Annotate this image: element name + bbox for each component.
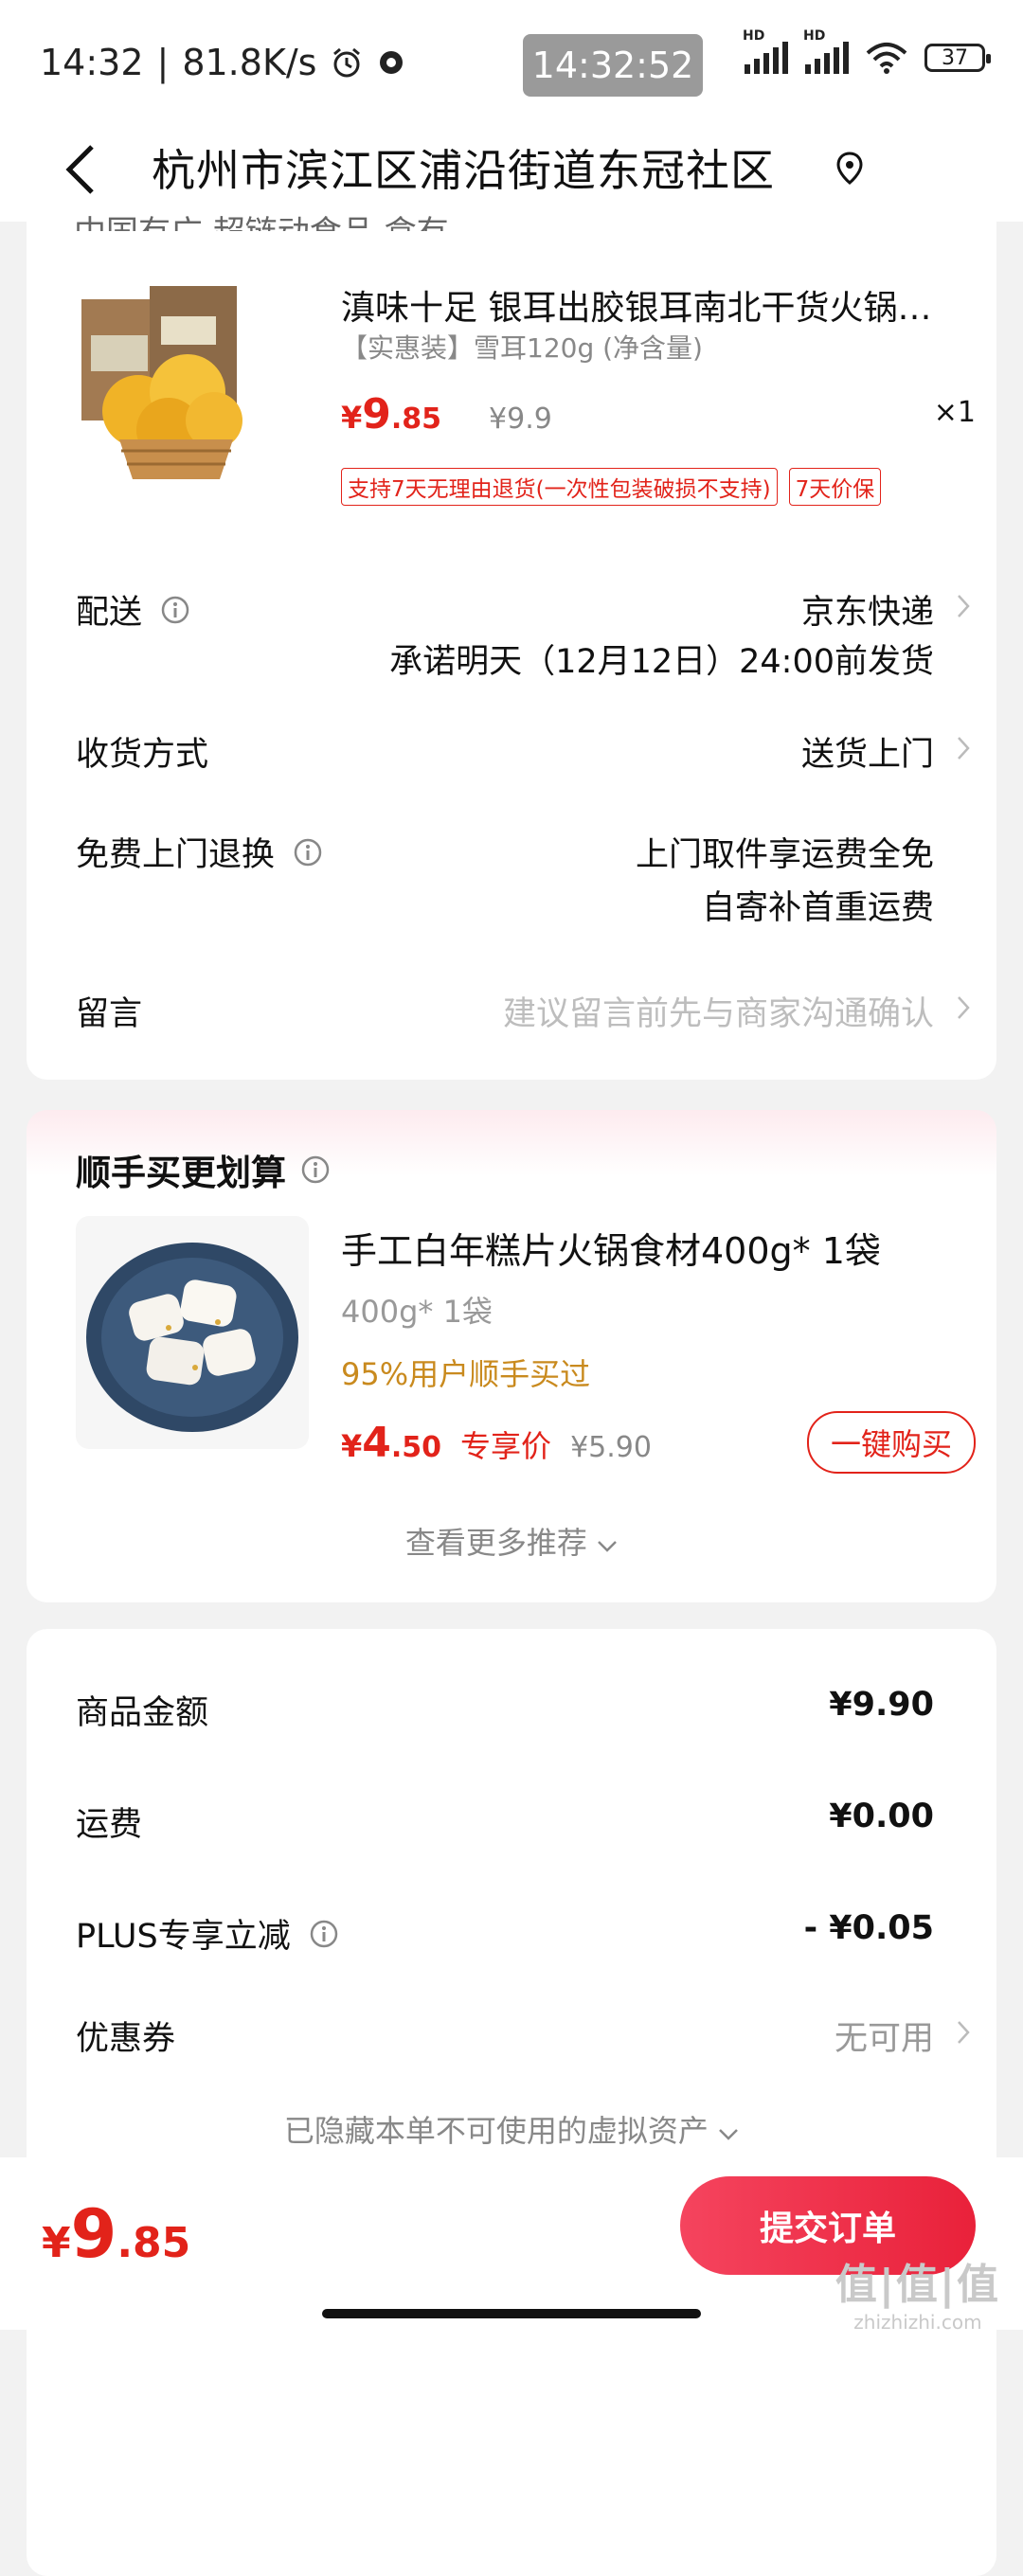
free-return-label: 免费上门退换 xyxy=(76,836,276,874)
message-row[interactable]: 留言 建议留言前先与商家沟通确认 xyxy=(76,987,976,1034)
home-indicator[interactable] xyxy=(322,2309,701,2318)
battery-icon: 37 xyxy=(924,44,991,72)
shipping-row: 运费 ¥0.00 xyxy=(76,1798,976,1845)
hidden-assets-note[interactable]: 已隐藏本单不可使用的虚拟资产 xyxy=(27,2107,996,2151)
goods-amount-row: 商品金额 ¥9.90 xyxy=(76,1686,976,1733)
receive-method-label: 收货方式 xyxy=(76,736,209,774)
chevron-right-icon xyxy=(957,987,976,1029)
watermark-url: zhizhizhi.com xyxy=(853,2311,982,2334)
free-return-row[interactable]: 免费上门退换 上门取件享运费全免 自寄补首重运费 xyxy=(76,828,976,927)
goods-amount-value: ¥9.90 xyxy=(829,1686,934,1724)
goods-amount-label: 商品金额 xyxy=(76,1694,209,1732)
notification-dot-icon xyxy=(380,51,404,74)
watermark: 值|值|值 zhizhizhi.com xyxy=(835,2250,1000,2334)
product-price-row: ¥9.85 ¥9.9 xyxy=(341,390,552,438)
recommend-popularity: 95%用户顺手买过 xyxy=(341,1356,591,1392)
status-bar: 14:32 | 81.8K/s 14:32:52 HD HD 37 xyxy=(0,0,1023,123)
shipping-label: 运费 xyxy=(76,1806,143,1844)
address-title[interactable]: 杭州市滨江区浦沿街道东冠社区 xyxy=(152,136,775,199)
info-icon[interactable] xyxy=(301,1155,330,1184)
coupon-row[interactable]: 优惠券 无可用 xyxy=(76,2012,976,2059)
status-left: 14:32 | 81.8K/s xyxy=(40,42,405,83)
delivery-label: 配送 xyxy=(76,594,143,632)
chevron-right-icon xyxy=(957,585,976,627)
product-spec: 【实惠装】雪耳120g (净含量) xyxy=(341,332,703,364)
signal-icon-1: HD xyxy=(743,28,788,74)
return-policy-tag: 支持7天无理由退货(一次性包装破损不支持) xyxy=(341,468,778,506)
location-pin-icon[interactable] xyxy=(835,152,864,186)
delivery-row[interactable]: 配送 京东快递 承诺明天（12月12日）24:00前发货 xyxy=(76,585,976,681)
recommend-card: 顺手买更划算 手工白年糕片火锅食材400g* 1袋 400g* 1袋 95%用户… xyxy=(27,1110,996,1602)
plus-discount-label: PLUS专享立减 xyxy=(76,1918,291,1956)
chevron-left-icon xyxy=(65,145,94,194)
recommend-title: 顺手买更划算 xyxy=(76,1153,286,1193)
status-time: 14:32 xyxy=(40,42,144,83)
recommend-item-image[interactable] xyxy=(76,1216,309,1449)
receive-method-value: 送货上门 xyxy=(800,736,934,774)
price-protect-tag: 7天价保 xyxy=(788,468,882,506)
chevron-down-icon xyxy=(598,1541,617,1552)
signal-icon-2: HD xyxy=(803,28,849,74)
watermark-logo: 值|值|值 xyxy=(835,2261,1000,2309)
coupon-value: 无可用 xyxy=(834,2020,934,2058)
info-icon[interactable] xyxy=(294,838,322,867)
wifi-icon xyxy=(866,43,907,74)
chevron-right-icon xyxy=(957,727,976,769)
recommend-original-price: ¥5.90 xyxy=(570,1431,652,1464)
checkout-bar: ¥9.85 提交订单 值|值|值 zhizhizhi.com xyxy=(0,2157,1023,2334)
coupon-label: 优惠券 xyxy=(76,2020,176,2058)
status-divider: | xyxy=(156,42,170,83)
back-button[interactable] xyxy=(47,136,114,203)
order-card: 中国有广 超链动食品 盒有 滇味十足 银耳出胶银耳南北干货火锅… 【实惠装】雪耳… xyxy=(27,214,996,1080)
product-original-price: ¥9.9 xyxy=(489,402,552,436)
info-icon[interactable] xyxy=(310,1920,338,1948)
shipping-value: ¥0.00 xyxy=(829,1798,934,1835)
recommend-price-row: ¥4.50 专享价 ¥5.90 xyxy=(341,1419,652,1467)
chevron-right-icon xyxy=(957,2012,976,2053)
price-summary-card: 商品金额 ¥9.90 运费 ¥0.00 PLUS专享立减 - ¥0.05 优惠券… xyxy=(27,1629,996,2576)
service-tags: 支持7天无理由退货(一次性包装破损不支持) 7天价保 xyxy=(341,468,882,506)
message-label: 留言 xyxy=(76,995,143,1033)
screen-record-clock: 14:32:52 xyxy=(523,34,703,97)
free-return-value-2: 自寄补首重运费 xyxy=(701,889,934,927)
message-placeholder[interactable]: 建议留言前先与商家沟通确认 xyxy=(503,987,934,1035)
recommend-price: ¥4.50 xyxy=(341,1419,442,1467)
special-price-label: 专享价 xyxy=(460,1428,552,1464)
status-right: HD HD 37 xyxy=(743,28,991,74)
delivery-value: 京东快递 xyxy=(800,594,934,632)
chevron-down-icon xyxy=(719,2129,738,2140)
recommend-item-name[interactable]: 手工白年糕片火锅食材400g* 1袋 xyxy=(341,1222,881,1274)
total-price: ¥9.85 xyxy=(42,2195,191,2273)
more-recommendations-link[interactable]: 查看更多推荐 xyxy=(27,1519,996,1563)
product-image[interactable] xyxy=(81,278,261,496)
shop-name-partial: 中国有广 超链动食品 盒有 xyxy=(74,206,449,231)
plus-discount-value: - ¥0.05 xyxy=(803,1909,934,1947)
delivery-promise: 承诺明天（12月12日）24:00前发货 xyxy=(389,643,934,681)
status-net-speed: 81.8K/s xyxy=(182,42,317,83)
plus-discount-row: PLUS专享立减 - ¥0.05 xyxy=(76,1909,976,1957)
free-return-value-1: 上门取件享运费全免 xyxy=(635,836,934,874)
product-title[interactable]: 滇味十足 银耳出胶银耳南北干货火锅… xyxy=(341,280,957,330)
product-price: ¥9.85 xyxy=(341,390,442,438)
info-icon[interactable] xyxy=(161,596,189,624)
receive-method-row[interactable]: 收货方式 送货上门 xyxy=(76,727,976,775)
alarm-icon xyxy=(333,47,361,78)
one-click-buy-button[interactable]: 一键购买 xyxy=(807,1411,976,1474)
product-quantity: ×1 xyxy=(933,396,976,429)
recommend-item-spec: 400g* 1袋 xyxy=(341,1294,493,1330)
